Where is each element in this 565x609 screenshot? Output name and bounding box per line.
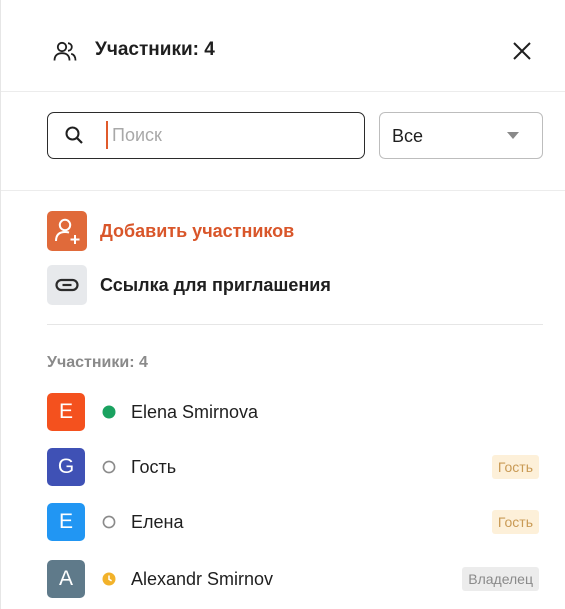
- role-badge: Владелец: [462, 567, 539, 591]
- invite-link-label: Ссылка для приглашения: [100, 275, 331, 295]
- member-name: Elena Smirnova: [131, 402, 259, 422]
- search-icon: [65, 126, 83, 144]
- add-members-button[interactable]: Добавить участников: [47, 211, 537, 251]
- filter-dropdown[interactable]: Все: [379, 112, 543, 159]
- member-name: Гость: [131, 457, 177, 477]
- close-icon[interactable]: [510, 39, 534, 63]
- offline-status-icon: [102, 515, 116, 529]
- role-badge: Гость: [491, 455, 539, 479]
- avatar: E: [47, 503, 85, 541]
- member-row[interactable]: E Elena Smirnova: [47, 393, 543, 431]
- search-box[interactable]: [47, 112, 365, 159]
- offline-status-icon: [102, 460, 116, 474]
- link-icon: [47, 265, 87, 305]
- chevron-down-icon: [507, 132, 519, 139]
- users-icon: [53, 41, 77, 61]
- divider: [47, 324, 543, 325]
- online-status-icon: [102, 405, 116, 419]
- member-name: Елена: [131, 512, 184, 532]
- add-members-label: Добавить участников: [100, 221, 295, 241]
- away-clock-icon: [102, 572, 116, 586]
- members-panel: Участники: 4 Все Добавить: [0, 0, 565, 609]
- member-row[interactable]: E Елена Гость: [47, 503, 543, 541]
- add-user-icon: [47, 211, 87, 251]
- members-section-title: Участники: 4: [47, 354, 148, 371]
- search-input[interactable]: [106, 121, 352, 149]
- panel-title: Участники: 4: [95, 39, 215, 60]
- role-badge: Гость: [491, 510, 539, 534]
- filter-selected-value: Все: [392, 126, 424, 146]
- avatar: E: [47, 393, 85, 431]
- search-row: Все: [1, 92, 565, 191]
- panel-header: Участники: 4: [1, 0, 565, 92]
- member-row[interactable]: A Alexandr Smirnov Владелец: [47, 560, 543, 598]
- member-name: Alexandr Smirnov: [131, 569, 274, 589]
- invite-link-button[interactable]: Ссылка для приглашения: [47, 265, 537, 305]
- member-row[interactable]: G Гость Гость: [47, 448, 543, 486]
- avatar: G: [47, 448, 85, 486]
- avatar: A: [47, 560, 85, 598]
